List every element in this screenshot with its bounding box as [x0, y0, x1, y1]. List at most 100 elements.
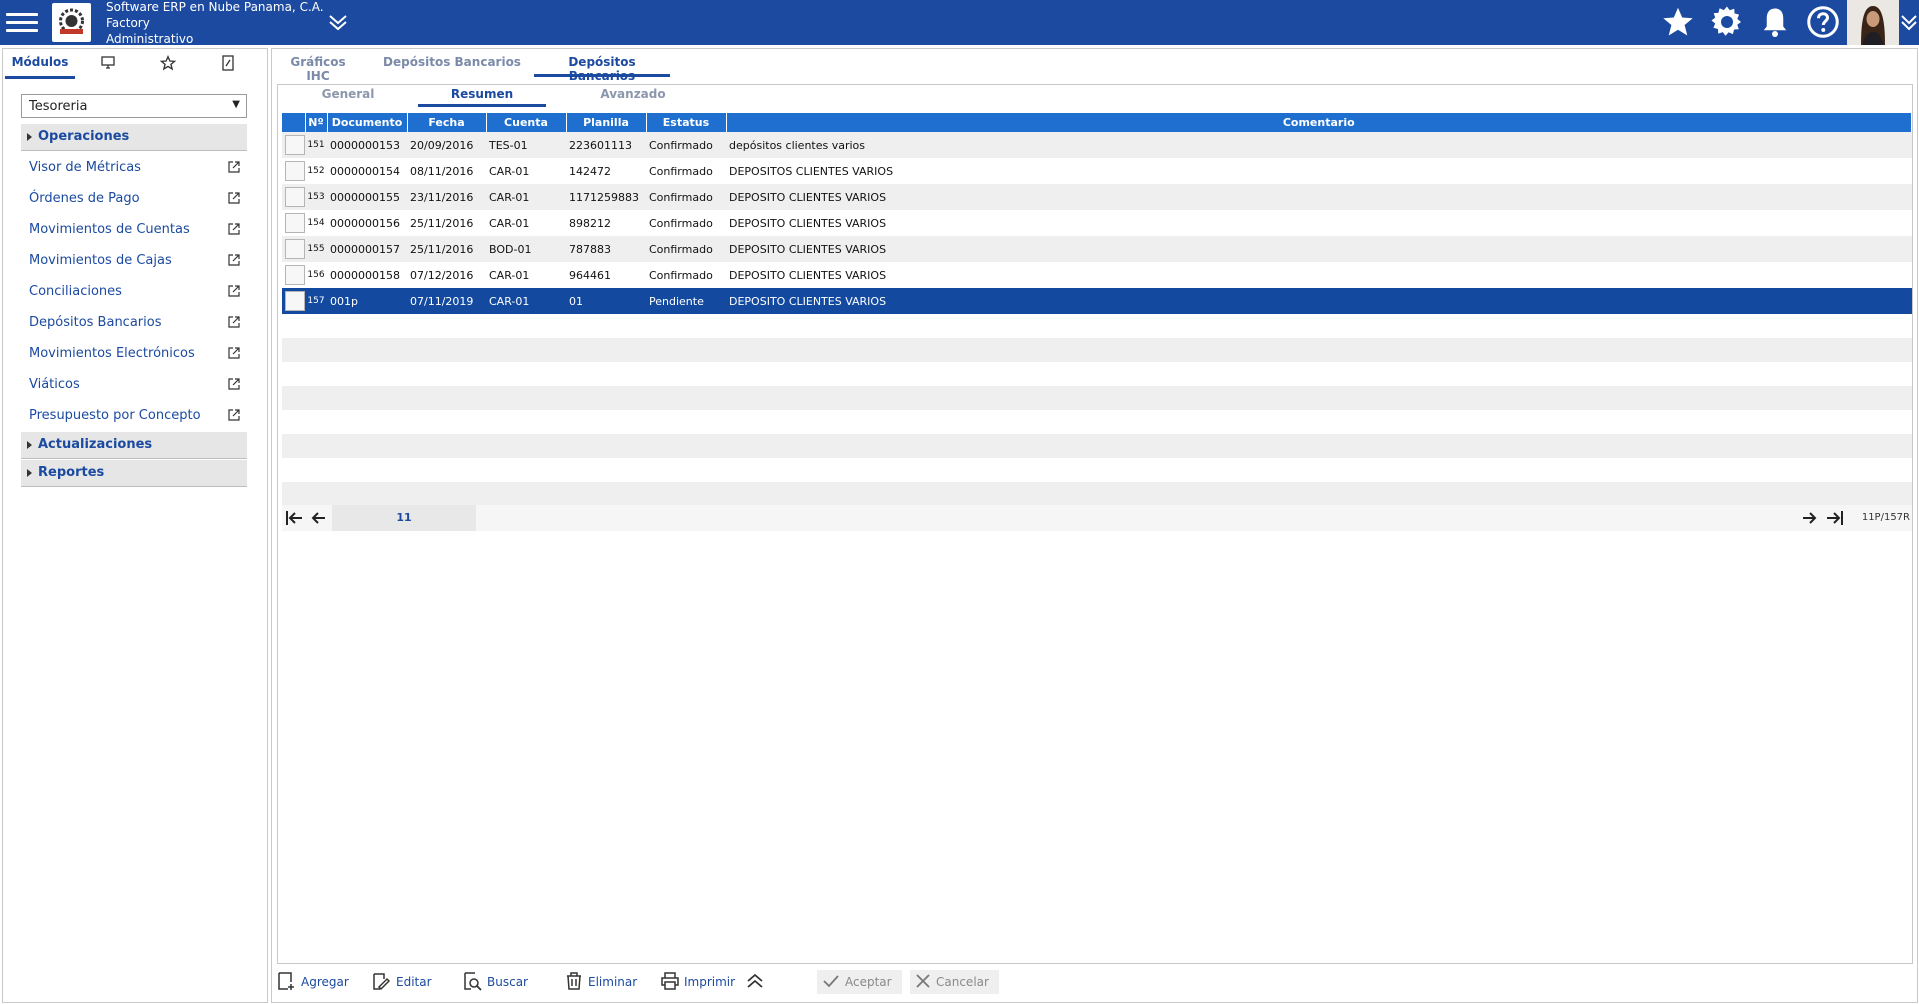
dropdown-arrow-icon: ▼ [232, 99, 240, 110]
table-row[interactable]: 156 0000000158 07/12/2016 CAR-01 964461 … [282, 262, 1912, 288]
user-avatar[interactable] [1847, 0, 1899, 45]
nav-item-label: Conciliaciones [29, 284, 122, 299]
page-number[interactable]: 11 [332, 505, 476, 531]
external-link-icon [228, 223, 240, 235]
nav-item-label: Órdenes de Pago [29, 191, 140, 206]
cell-comentario: DEPOSITO CLIENTES VARIOS [726, 262, 1912, 288]
header-select[interactable] [282, 113, 306, 132]
deposits-table: Nº Documento Fecha Cuenta Planilla Estat… [282, 113, 1912, 506]
nav-item-label: Movimientos de Cuentas [29, 222, 190, 237]
cell-documento: 0000000156 [327, 210, 407, 236]
bell-icon[interactable] [1757, 4, 1793, 40]
empty-row [282, 482, 1912, 506]
search-icon [464, 972, 482, 991]
favorites-star-icon[interactable] [153, 49, 183, 79]
agregar-button[interactable]: Agregar [277, 970, 349, 994]
cell-planilla: 1171259883 [566, 184, 646, 210]
nav-item-presupuesto-concepto[interactable]: Presupuesto por Concepto [29, 408, 243, 430]
company-branch: Factory [106, 16, 150, 30]
expand-arrow-icon [27, 133, 32, 141]
collapse-toolbar-button[interactable] [745, 970, 765, 994]
tab-modulos[interactable]: Módulos [5, 49, 75, 79]
nav-item-ordenes-pago[interactable]: Órdenes de Pago [29, 191, 243, 213]
external-link-icon [228, 254, 240, 266]
table-row-selected[interactable]: 157 001p 07/11/2019 CAR-01 01 Pendiente … [282, 288, 1912, 314]
cell-cuenta: BOD-01 [486, 236, 566, 262]
row-checkbox[interactable] [285, 291, 305, 311]
nav-item-label: Movimientos de Cajas [29, 253, 172, 268]
monitor-icon[interactable] [93, 49, 123, 79]
table-row[interactable]: 154 0000000156 25/11/2016 CAR-01 898212 … [282, 210, 1912, 236]
prev-page-icon[interactable] [308, 508, 330, 528]
nav-item-movimientos-cajas[interactable]: Movimientos de Cajas [29, 253, 243, 275]
cell-estatus: Confirmado [646, 132, 726, 158]
nav-item-movimientos-cuentas[interactable]: Movimientos de Cuentas [29, 222, 243, 244]
next-page-icon[interactable] [1798, 508, 1820, 528]
cell-estatus: Confirmado [646, 210, 726, 236]
header-num[interactable]: Nº [305, 113, 328, 132]
pager-info: 11P/157R [1861, 512, 1910, 523]
table-row[interactable]: 151 0000000153 20/09/2016 TES-01 2236011… [282, 132, 1912, 158]
buscar-button[interactable]: Buscar [463, 970, 528, 994]
header-estatus[interactable]: Estatus [646, 113, 727, 132]
subtab-general[interactable]: General [298, 85, 398, 107]
header-comentario[interactable]: Comentario [726, 113, 1912, 132]
last-page-icon[interactable] [1823, 508, 1845, 528]
tab-depositos-bancarios-1[interactable]: Depósitos Bancarios [382, 49, 522, 77]
menu-icon[interactable] [6, 8, 38, 36]
tab-graficos-ihc[interactable]: Gráficos IHC [278, 49, 358, 83]
table-row[interactable]: 153 0000000155 23/11/2016 CAR-01 1171259… [282, 184, 1912, 210]
nav-item-conciliaciones[interactable]: Conciliaciones [29, 284, 243, 306]
cell-comentario: DEPOSITO CLIENTES VARIOS [726, 184, 1912, 210]
table-row[interactable]: 155 0000000157 25/11/2016 BOD-01 787883 … [282, 236, 1912, 262]
module-select[interactable]: Tesoreria ▼ [21, 94, 247, 118]
section-actualizaciones[interactable]: Actualizaciones [21, 432, 247, 459]
subtab-avanzado[interactable]: Avanzado [568, 85, 698, 107]
company-info: Software ERP en Nube Panama, C.A. Factor… [106, 0, 324, 47]
header-fecha[interactable]: Fecha [407, 113, 487, 132]
eliminar-button[interactable]: Eliminar [564, 970, 637, 994]
row-checkbox[interactable] [285, 161, 305, 181]
star-icon[interactable] [1660, 4, 1696, 40]
nav-item-label: Visor de Métricas [29, 160, 141, 175]
company-name: Software ERP en Nube Panama, C.A. [106, 0, 324, 14]
gear-icon[interactable] [1709, 4, 1745, 40]
header-planilla[interactable]: Planilla [566, 113, 647, 132]
row-checkbox[interactable] [285, 213, 305, 233]
imprimir-button[interactable]: Imprimir [660, 970, 735, 994]
row-checkbox[interactable] [285, 187, 305, 207]
cell-fecha: 25/11/2016 [407, 210, 486, 236]
tab-depositos-bancarios-2[interactable]: Depósitos Bancarios [534, 49, 670, 83]
table-row[interactable]: 152 0000000154 08/11/2016 CAR-01 142472 … [282, 158, 1912, 184]
help-icon[interactable] [1805, 4, 1841, 40]
section-operaciones[interactable]: Operaciones [21, 124, 247, 151]
row-checkbox[interactable] [285, 135, 305, 155]
section-label: Operaciones [38, 129, 130, 144]
nav-item-visor-metricas[interactable]: Visor de Métricas [29, 160, 243, 182]
chevron-double-up-icon [747, 973, 763, 988]
row-checkbox[interactable] [285, 265, 305, 285]
cell-documento: 0000000157 [327, 236, 407, 262]
editar-button[interactable]: Editar [372, 970, 432, 994]
nav-item-viaticos[interactable]: Viáticos [29, 377, 243, 399]
subtab-resumen[interactable]: Resumen [418, 85, 546, 107]
first-page-icon[interactable] [284, 508, 306, 528]
cell-fecha: 25/11/2016 [407, 236, 486, 262]
user-menu-chevron-icon[interactable] [1899, 10, 1919, 34]
cell-estatus: Confirmado [646, 158, 726, 184]
cancelar-button[interactable]: Cancelar [910, 970, 999, 994]
nav-item-movimientos-electronicos[interactable]: Movimientos Electrónicos [29, 346, 243, 368]
nav-item-depositos-bancarios[interactable]: Depósitos Bancarios [29, 315, 243, 337]
header-documento[interactable]: Documento [327, 113, 408, 132]
chevron-double-down-icon[interactable] [326, 10, 350, 34]
row-checkbox[interactable] [285, 239, 305, 259]
left-panel: Módulos Tesoreria ▼ Operaciones Visor de… [2, 48, 268, 1003]
nav-item-label: Presupuesto por Concepto [29, 408, 201, 423]
cell-cuenta: CAR-01 [486, 184, 566, 210]
aceptar-button[interactable]: Aceptar [817, 970, 902, 994]
expand-arrow-icon [27, 441, 32, 449]
notes-icon[interactable] [213, 49, 243, 79]
cell-comentario: DEPOSITO CLIENTES VARIOS [726, 288, 1912, 314]
header-cuenta[interactable]: Cuenta [486, 113, 567, 132]
section-reportes[interactable]: Reportes [21, 460, 247, 487]
